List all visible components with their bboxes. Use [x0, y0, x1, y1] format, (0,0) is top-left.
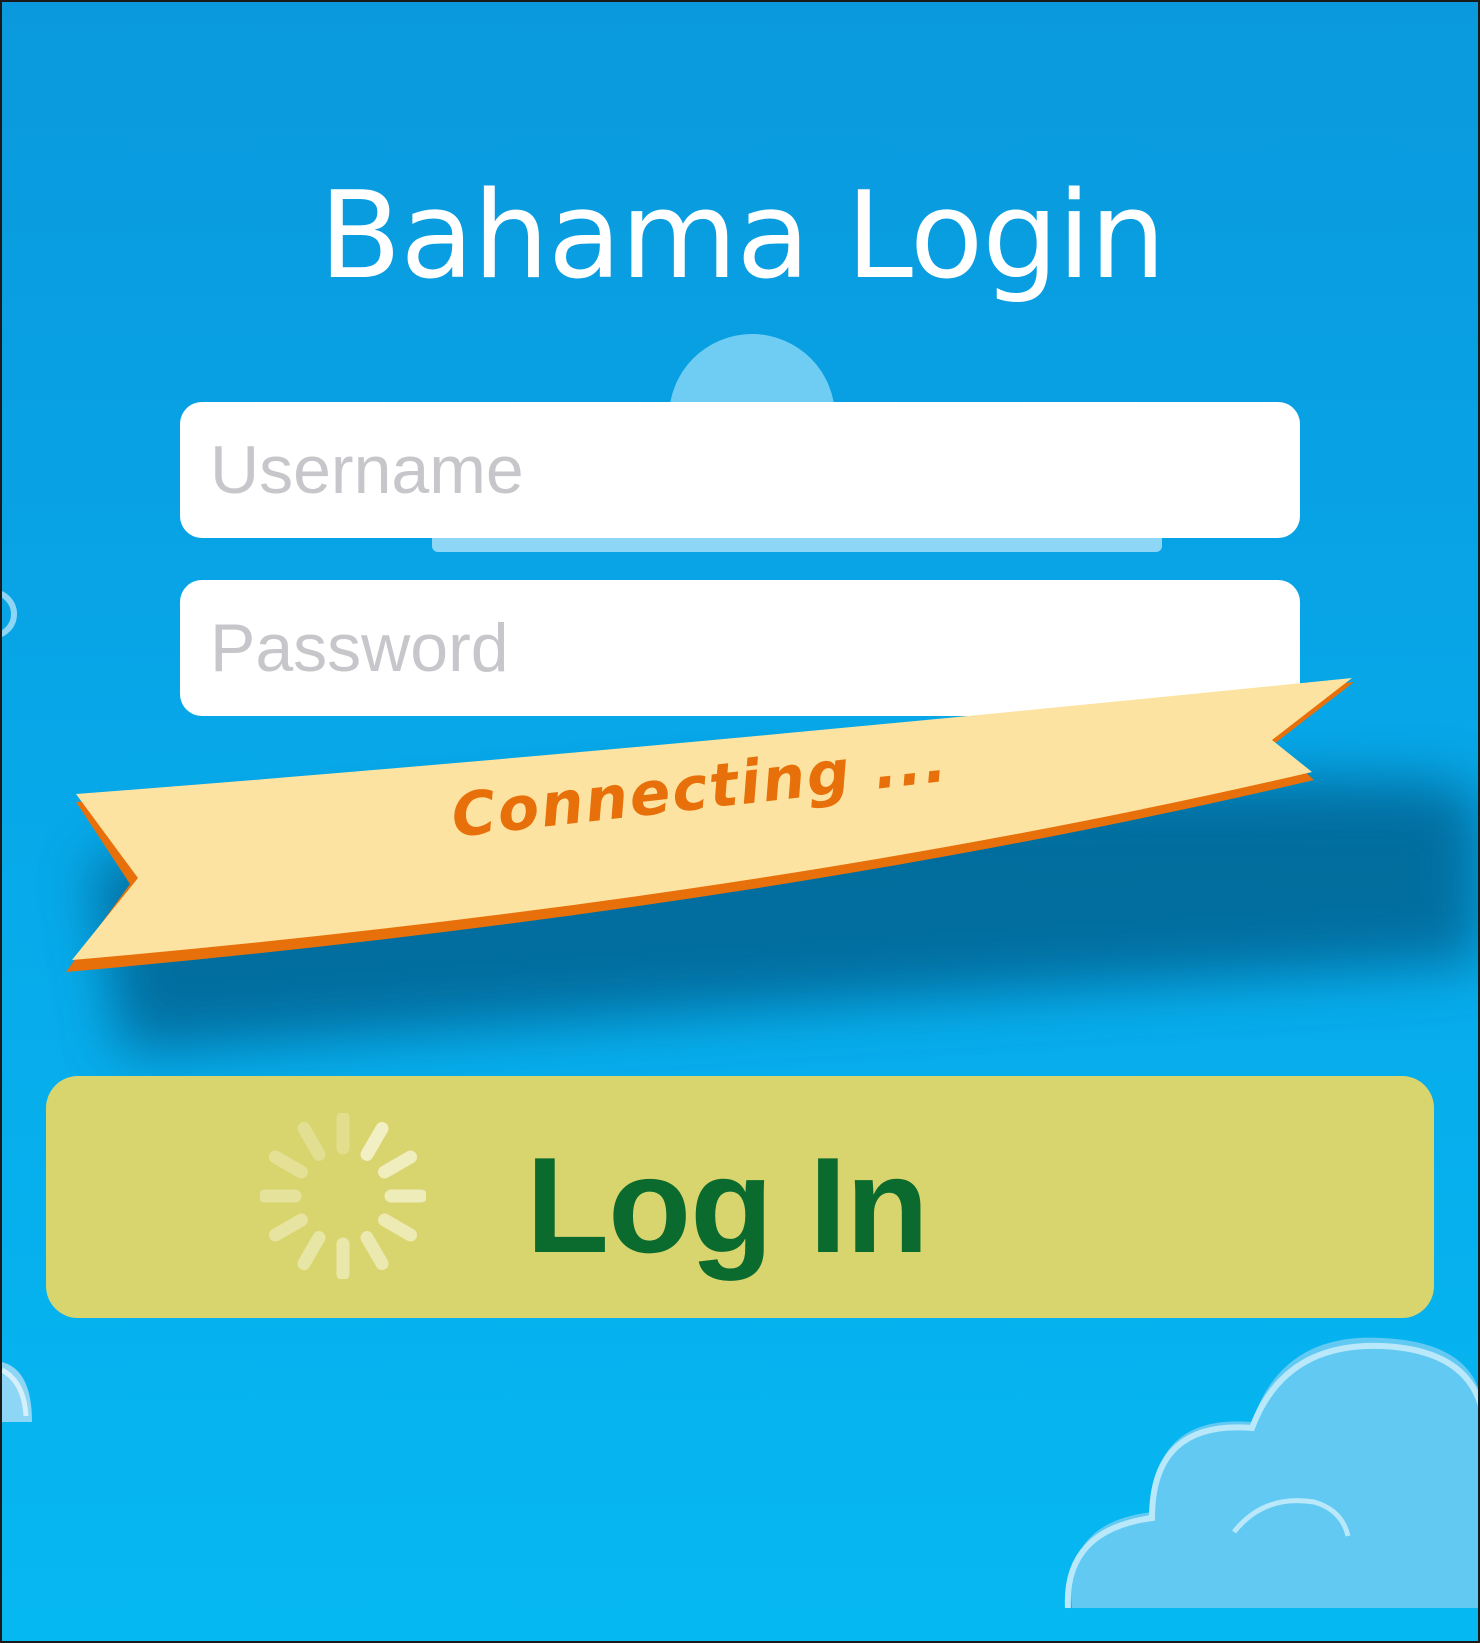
spinner-spoke — [297, 1121, 326, 1161]
spinner-spoke — [268, 1150, 308, 1179]
page-title: Bahama Login — [319, 167, 1166, 306]
spinner-spoke — [268, 1213, 308, 1242]
cloud-icon — [2, 591, 32, 1422]
spinner-spoke — [378, 1213, 418, 1242]
cloud-icon — [1064, 1337, 1478, 1609]
login-button-label: Log In — [526, 1129, 929, 1281]
spinner-spoke — [378, 1150, 418, 1179]
loading-spinner-icon — [260, 1113, 426, 1279]
username-field[interactable] — [180, 402, 1300, 538]
spinner-spoke — [360, 1121, 389, 1161]
spinner-spoke — [360, 1231, 389, 1271]
login-screen: Bahama Login Connecting ... Log In — [0, 0, 1480, 1643]
password-field[interactable] — [180, 580, 1300, 716]
spinner-spoke — [297, 1231, 326, 1271]
